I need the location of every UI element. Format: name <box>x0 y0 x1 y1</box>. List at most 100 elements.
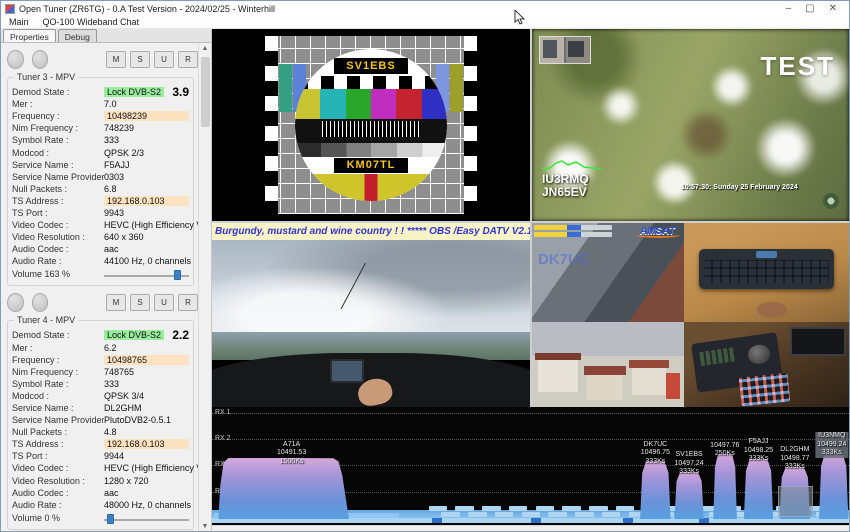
signal-label: SV1EBS10497.24333Ks <box>675 451 704 477</box>
property-value: DL2GHM <box>104 403 142 413</box>
property-value: 640 x 360 <box>104 232 144 242</box>
property-row: Nim Frequency :748239 <box>12 122 189 134</box>
timestamp-overlay: 10:57:30: Sunday 25 February 2024 <box>681 184 798 191</box>
wideband-spectrum-display[interactable]: RX 1RX 2RX 3RX 4A71A10491.531500KsDK7UC1… <box>212 407 849 525</box>
r-button[interactable]: R <box>178 294 198 311</box>
slider-track <box>104 519 189 521</box>
signal-peak-IU3NMQ <box>819 453 848 519</box>
property-value: PlutoDVB2-0.5.1 <box>104 415 171 425</box>
s-button[interactable]: S <box>130 294 150 311</box>
property-label: Null Packets : <box>12 184 104 194</box>
property-label: Video Codec : <box>12 463 104 473</box>
bandplan-segment <box>548 512 566 517</box>
menu-qo100-wideband-chat[interactable]: QO-100 Wideband Chat <box>43 17 140 27</box>
video-feed-cockpit[interactable]: Burgundy, mustard and wine country ! ! *… <box>212 223 530 407</box>
property-row: Symbol Rate :333 <box>12 134 189 146</box>
rx-marker-label: RX 1 <box>215 409 231 416</box>
volume-slider[interactable] <box>104 513 189 523</box>
property-row: Service Name :DL2GHM <box>12 402 189 414</box>
tuner-group-title: Tuner 3 - MPV <box>14 72 78 82</box>
mouse-cursor <box>514 10 526 26</box>
volume-slider[interactable] <box>104 269 189 279</box>
s-button[interactable]: S <box>130 51 150 68</box>
property-row: Video Resolution :640 x 360 <box>12 231 189 243</box>
slider-thumb[interactable] <box>174 270 181 280</box>
property-value: HEVC (High Efficiency Video <box>104 463 198 473</box>
signal-peak-SV1EBS <box>674 472 703 519</box>
close-button[interactable]: ✕ <box>829 4 837 14</box>
signal-label: IU3NMQ10499.24333Ks <box>815 432 848 458</box>
property-label: Modcod : <box>12 148 104 158</box>
property-label: Nim Frequency : <box>12 367 104 377</box>
property-row: Video Codec :HEVC (High Efficiency Video <box>12 219 189 231</box>
property-row: Video Codec :HEVC (High Efficiency Video <box>12 462 189 474</box>
menu-main[interactable]: Main <box>9 17 29 27</box>
tuner-controls-row: MSUR <box>7 47 198 71</box>
property-row: Audio Rate :48000 Hz, 0 channels <box>12 499 189 511</box>
property-label: Service Name Provider : <box>12 415 104 425</box>
bandplan-segment <box>509 506 527 511</box>
property-value: Lock DVB-S2 <box>104 330 164 340</box>
minimize-button[interactable]: – <box>786 4 792 14</box>
property-value: 48000 Hz, 0 channels <box>104 500 191 510</box>
volume-label: Volume 163 % <box>12 269 104 279</box>
panel-scrollbar[interactable]: ▲ ▼ <box>198 43 211 532</box>
property-row: TS Address :192.168.0.103 <box>12 438 189 450</box>
signal-label: F5AJJ10498.25333Ks <box>744 438 773 464</box>
property-row: Modcod :QPSK 3/4 <box>12 390 189 402</box>
r-button[interactable]: R <box>178 51 198 68</box>
property-row: TS Port :9944 <box>12 450 189 462</box>
tuner-selection-box <box>778 486 812 517</box>
radio-shack-photo <box>684 322 849 407</box>
bandplan-segment <box>536 506 554 511</box>
m-button[interactable]: M <box>106 51 126 68</box>
property-label: Service Name : <box>12 403 104 413</box>
volume-row: Volume 0 % <box>12 511 189 525</box>
slider-thumb[interactable] <box>107 514 114 524</box>
u-button[interactable]: U <box>154 294 174 311</box>
property-value: aac <box>104 244 119 254</box>
signal-label: 10497.76250Ks <box>710 442 739 459</box>
signal-label: DK7UC10496.75333Ks <box>641 441 670 467</box>
u-button[interactable]: U <box>154 51 174 68</box>
msur-button-group: MSUR <box>106 294 198 311</box>
property-label: TS Port : <box>12 451 104 461</box>
scroll-down-icon[interactable]: ▼ <box>199 521 211 532</box>
bandplan-marker <box>531 518 541 523</box>
bandplan-segment <box>589 506 607 511</box>
property-label: Frequency : <box>12 355 104 365</box>
bandplan-marker <box>623 518 633 523</box>
property-label: Service Name Provider : <box>12 172 104 182</box>
amsat-logo: AMSAT <box>640 226 675 237</box>
signal-label: DL2GHM10498.77333Ks <box>780 446 809 472</box>
property-label: Audio Codec : <box>12 488 104 498</box>
m-button[interactable]: M <box>106 294 126 311</box>
video-feed-shack[interactable]: AMSAT DK7UC <box>532 223 849 407</box>
property-value: 4.8 <box>104 427 117 437</box>
window-title: Open Tuner (ZR6TG) - 0.A Test Version - … <box>19 4 786 14</box>
signal-margin-value: 3.9 <box>172 85 189 99</box>
signal-margin-value: 2.2 <box>172 328 189 342</box>
scrollbar-thumb[interactable] <box>201 57 210 127</box>
menu-bar: Main QO-100 Wideband Chat <box>1 16 849 29</box>
video-feed-testcard[interactable]: SV1EBS KM07TL <box>212 29 530 221</box>
tuner-groupbox: Tuner 3 - MPVDemod State :Lock DVB-S23.9… <box>7 77 194 286</box>
title-bar[interactable]: Open Tuner (ZR6TG) - 0.A Test Version - … <box>1 1 849 16</box>
tab-properties[interactable]: Properties <box>3 29 56 42</box>
property-row: Mer :6.2 <box>12 342 189 354</box>
status-led-icon <box>7 293 24 312</box>
test-overlay: TEST <box>761 51 835 82</box>
mini-spectrum-graphic <box>542 159 602 171</box>
property-value: 9943 <box>104 208 124 218</box>
signal-label: A71A10491.531500Ks <box>277 441 306 467</box>
volume-row: Volume 163 % <box>12 267 189 281</box>
scroll-up-icon[interactable]: ▲ <box>199 43 211 55</box>
property-value: QPSK 3/4 <box>104 391 144 401</box>
video-feed-flowers[interactable]: TEST IU3RMQ JN65EV 10:57:30: Sunday 25 F… <box>532 29 849 221</box>
property-value: 9944 <box>104 451 124 461</box>
bandplan-segment <box>602 512 620 517</box>
tab-debug[interactable]: Debug <box>58 29 97 42</box>
maximize-button[interactable]: ▢ <box>805 4 814 14</box>
property-value: 748765 <box>104 367 134 377</box>
signal-peak-10497.76 <box>713 454 737 519</box>
